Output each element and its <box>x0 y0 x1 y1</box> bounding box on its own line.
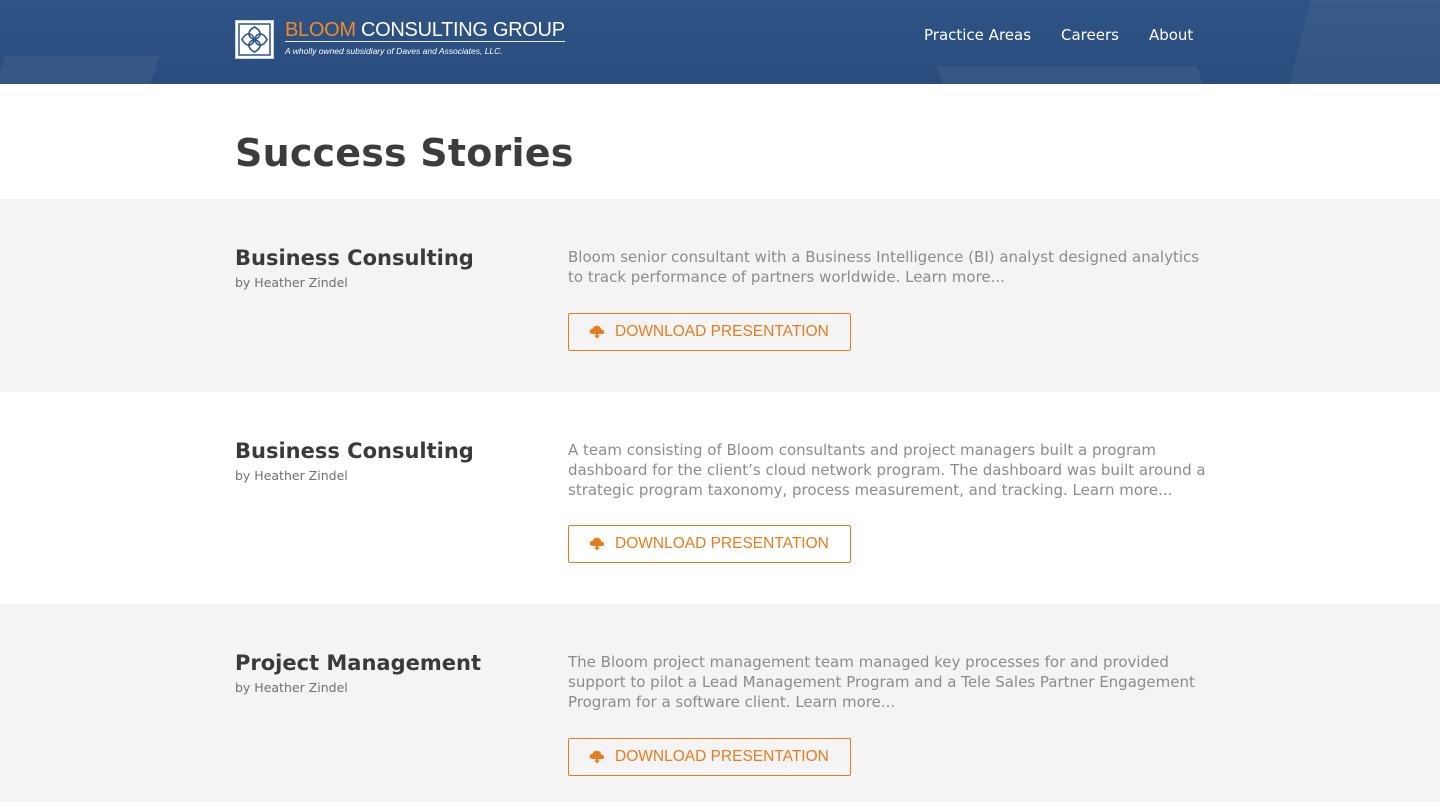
download-button-label: DOWNLOAD PRESENTATION <box>615 535 829 552</box>
site-logo[interactable]: BLOOM CONSULTING GROUP A wholly owned su… <box>235 20 565 59</box>
header-background-building <box>1289 0 1440 84</box>
story-card: Business Consulting by Heather Zindel Bl… <box>0 199 1440 392</box>
page-title: Success Stories <box>235 131 574 175</box>
cloud-download-icon <box>589 325 605 339</box>
logo-bloom-text: BLOOM <box>285 19 356 41</box>
story-title: Business Consulting <box>235 439 474 463</box>
header-background-building <box>0 56 161 84</box>
story-description: A team consisting of Bloom consultants a… <box>568 441 1206 499</box>
site-header: BLOOM CONSULTING GROUP A wholly owned su… <box>0 0 1440 84</box>
header-background-building <box>936 66 1204 84</box>
download-presentation-button[interactable]: DOWNLOAD PRESENTATION <box>568 313 851 351</box>
download-button-label: DOWNLOAD PRESENTATION <box>615 748 829 765</box>
logo-consulting-group-text: CONSULTING GROUP <box>355 19 565 41</box>
download-presentation-button[interactable]: DOWNLOAD PRESENTATION <box>568 738 851 776</box>
nav-practice-areas[interactable]: Practice Areas <box>924 25 1031 45</box>
story-author: by Heather Zindel <box>235 680 348 695</box>
main-nav: Practice Areas Careers About <box>924 25 1193 45</box>
cloud-download-icon <box>589 750 605 764</box>
story-author: by Heather Zindel <box>235 275 348 290</box>
cloud-download-icon <box>589 537 605 551</box>
story-description: The Bloom project management team manage… <box>568 653 1195 711</box>
story-description: Bloom senior consultant with a Business … <box>568 248 1200 286</box>
download-button-label: DOWNLOAD PRESENTATION <box>615 323 829 340</box>
story-title: Project Management <box>235 651 481 675</box>
page-title-area: Success Stories <box>0 84 1440 199</box>
story-card: Business Consulting by Heather Zindel A … <box>0 392 1440 604</box>
logo-emblem-icon <box>235 20 274 59</box>
story-title: Business Consulting <box>235 246 474 270</box>
nav-about[interactable]: About <box>1149 25 1193 45</box>
story-card: Project Management by Heather Zindel The… <box>0 604 1440 802</box>
download-presentation-button[interactable]: DOWNLOAD PRESENTATION <box>568 525 851 563</box>
story-author: by Heather Zindel <box>235 468 348 483</box>
logo-wordmark: BLOOM CONSULTING GROUP <box>285 20 565 42</box>
logo-subtitle: A wholly owned subsidiary of Daves and A… <box>285 46 503 56</box>
nav-careers[interactable]: Careers <box>1061 25 1119 45</box>
